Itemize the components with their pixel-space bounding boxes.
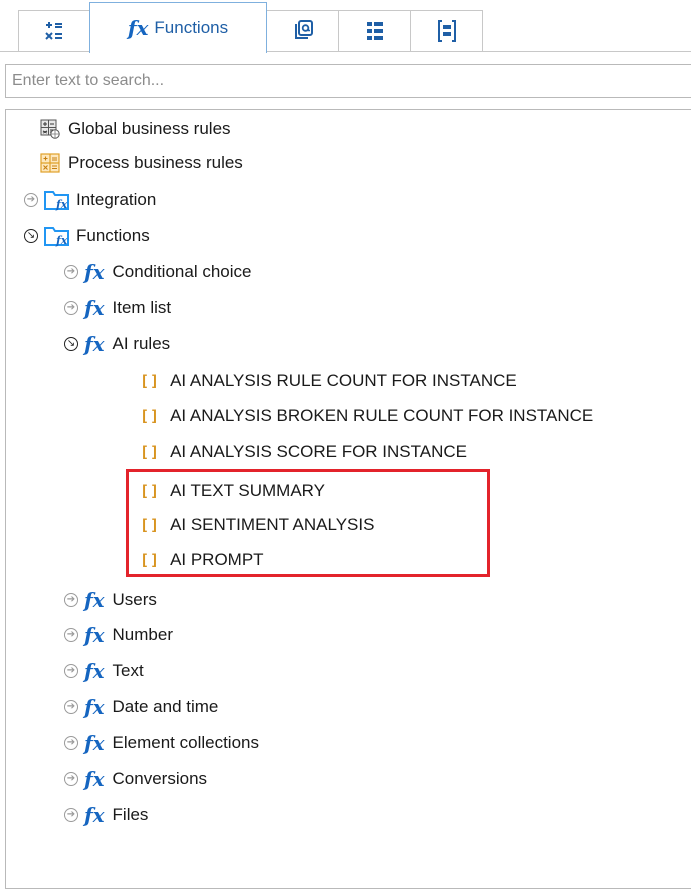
tree-item-label: AI ANALYSIS SCORE FOR INSTANCE [170, 442, 467, 461]
tree-item-date-and-time[interactable]: ➔ fx Date and time [64, 690, 218, 724]
tree-item-label: Users [112, 590, 157, 609]
tree-item-number[interactable]: ➔ fx Number [64, 618, 173, 652]
tree-item-label: AI SENTIMENT ANALYSIS [170, 515, 375, 534]
tab-functions-label: Functions [154, 18, 229, 37]
tree-item-label: Functions [76, 226, 150, 245]
tree-item-label: Date and time [112, 697, 219, 716]
collapse-icon[interactable]: ↘ [64, 337, 78, 351]
tab-data-sources[interactable] [266, 10, 339, 51]
tree-item-item-list[interactable]: ➔ fx Item list [64, 291, 171, 325]
fx-icon: fx [84, 296, 105, 320]
tree-item-label: AI rules [112, 334, 171, 353]
fx-icon: fx [127, 16, 149, 40]
fx-icon: fx [84, 623, 105, 647]
fx-icon: fx [84, 695, 105, 719]
tree-item-label: AI ANALYSIS RULE COUNT FOR INSTANCE [170, 371, 517, 390]
tree-item-label: AI PROMPT [170, 550, 264, 569]
global-rules-icon [40, 119, 60, 139]
tree-item-ai-prompt[interactable]: [] AI PROMPT [140, 543, 264, 577]
tree-item-label: Conversions [112, 769, 208, 788]
tree-item-ai-text-summary[interactable]: [] AI TEXT SUMMARY [140, 474, 325, 508]
tree-item-ai-sentiment-analysis[interactable]: [] AI SENTIMENT ANALYSIS [140, 508, 374, 542]
tree-item-text[interactable]: ➔ fx Text [64, 654, 144, 688]
expand-icon[interactable]: ➔ [64, 301, 78, 315]
tab-strip: fx Functions [0, 0, 691, 53]
fx-folder-icon: fx [44, 191, 69, 211]
tab-list[interactable] [338, 10, 411, 51]
tree-item-ai-analysis-rule-count[interactable]: [] AI ANALYSIS RULE COUNT FOR INSTANCE [140, 364, 517, 398]
tree-item-ai-analysis-broken-rule-count[interactable]: [] AI ANALYSIS BROKEN RULE COUNT FOR INS… [140, 399, 593, 433]
fx-icon: fx [84, 731, 105, 755]
tree-item-global-business-rules[interactable]: Global business rules [40, 112, 231, 146]
expand-icon[interactable]: ➔ [64, 772, 78, 786]
tree-item-element-collections[interactable]: ➔ fx Element collections [64, 726, 259, 760]
list-icon [366, 22, 383, 40]
fx-icon: fx [84, 803, 105, 827]
fx-icon: fx [84, 588, 105, 612]
svg-text:fx: fx [55, 234, 68, 247]
fx-folder-icon: fx [44, 227, 69, 247]
controls-icon [437, 20, 456, 42]
expand-icon[interactable]: ➔ [64, 628, 78, 642]
tree-item-integration[interactable]: ➔ fx Integration [24, 183, 156, 217]
bracket-icon: [] [140, 551, 161, 569]
tree-item-label: AI TEXT SUMMARY [170, 481, 325, 500]
expand-icon[interactable]: ➔ [64, 265, 78, 279]
fx-icon: fx [84, 659, 105, 683]
tree-item-label: Integration [76, 190, 157, 209]
tree-item-conversions[interactable]: ➔ fx Conversions [64, 762, 207, 796]
expand-icon[interactable]: ➔ [64, 736, 78, 750]
search-input[interactable] [5, 64, 691, 98]
tree-item-label: Process business rules [68, 153, 243, 172]
tree-item-label: AI ANALYSIS BROKEN RULE COUNT FOR INSTAN… [170, 406, 594, 425]
bracket-icon: [] [140, 516, 161, 534]
tree-item-label: Number [112, 625, 173, 644]
tree-item-functions[interactable]: ↘ fx Functions [24, 219, 150, 253]
tree-item-label: Files [112, 805, 149, 824]
fx-icon: fx [84, 767, 105, 791]
tab-controls[interactable] [410, 10, 483, 51]
bracket-icon: [] [140, 443, 161, 461]
tree-item-conditional-choice[interactable]: ➔ fx Conditional choice [64, 255, 251, 289]
expand-icon[interactable]: ➔ [64, 664, 78, 678]
tab-variables[interactable] [18, 10, 90, 51]
tree-item-label: Conditional choice [112, 262, 252, 281]
tree-item-label: Global business rules [68, 119, 231, 138]
fx-icon: fx [84, 332, 105, 356]
tree-item-process-business-rules[interactable]: Process business rules [40, 146, 243, 180]
bracket-icon: [] [140, 372, 161, 390]
collapse-icon[interactable]: ↘ [24, 229, 38, 243]
svg-text:fx: fx [55, 198, 68, 211]
bracket-icon: [] [140, 407, 161, 425]
tree-item-ai-rules[interactable]: ↘ fx AI rules [64, 327, 170, 361]
variables-icon [45, 22, 62, 40]
tree-item-label: Element collections [112, 733, 259, 752]
bracket-icon: [] [140, 482, 161, 500]
fx-icon: fx [84, 260, 105, 284]
tree-item-label: Item list [112, 298, 172, 317]
data-source-icon [294, 20, 313, 39]
tree-item-users[interactable]: ➔ fx Users [64, 583, 157, 617]
expand-icon[interactable]: ➔ [64, 593, 78, 607]
expand-icon[interactable]: ➔ [64, 808, 78, 822]
expand-icon[interactable]: ➔ [64, 700, 78, 714]
tree-item-ai-analysis-score[interactable]: [] AI ANALYSIS SCORE FOR INSTANCE [140, 435, 467, 469]
tree-item-files[interactable]: ➔ fx Files [64, 798, 148, 832]
tab-functions[interactable]: fx Functions [89, 2, 267, 53]
expand-icon[interactable]: ➔ [24, 193, 38, 207]
tree-item-label: Text [112, 661, 144, 680]
process-rules-icon [40, 153, 60, 173]
